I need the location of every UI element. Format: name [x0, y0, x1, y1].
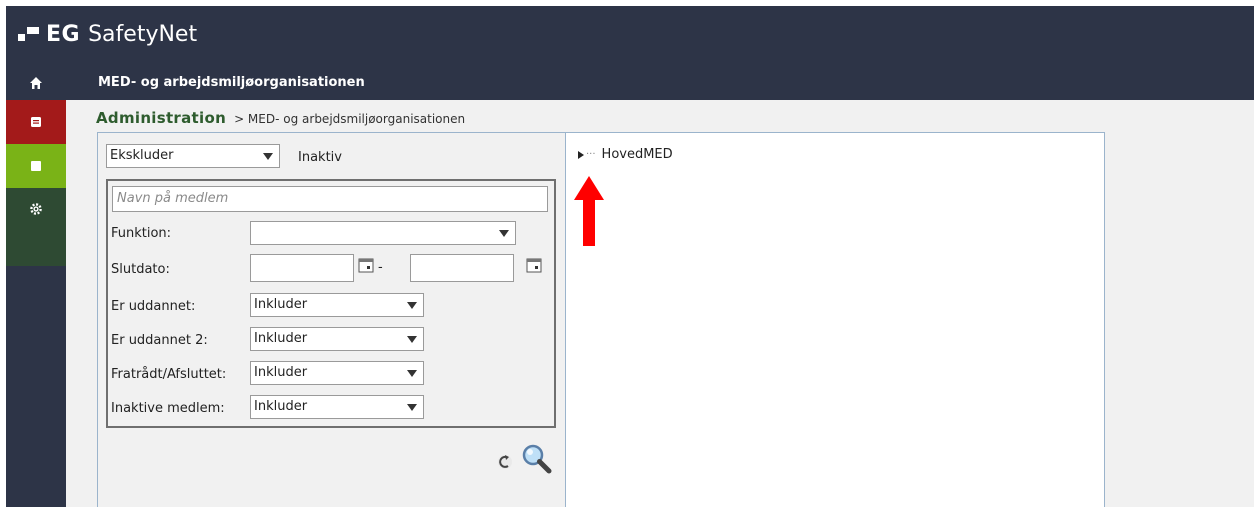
app-frame: EG SafetyNet MED- og arbejdsmiljøorganis…: [6, 6, 1254, 507]
slutdato-from-input[interactable]: [250, 254, 354, 282]
slutdato-to-input[interactable]: [410, 254, 514, 282]
search-icon[interactable]: [521, 443, 553, 475]
document-icon: [31, 117, 41, 127]
gear-icon: [30, 203, 42, 215]
brand-mark: EG: [46, 21, 81, 47]
chevron-down-icon: [407, 336, 417, 343]
tree-panel: ··· HovedMED: [565, 132, 1105, 507]
inaktive-medlem-label: Inaktive medlem:: [111, 401, 225, 416]
er-uddannet-value: Inkluder: [254, 297, 308, 312]
filter-box: Navn på medlem Funktion: Slutdato: - Er …: [106, 179, 556, 428]
home-icon: [30, 77, 42, 89]
sidebar-item-documents[interactable]: [6, 100, 66, 144]
inaktive-medlem-value: Inkluder: [254, 399, 308, 414]
expand-arrow-icon[interactable]: [578, 150, 584, 159]
inaktive-medlem-select[interactable]: Inkluder: [250, 395, 424, 419]
tree-node-label: HovedMED: [601, 147, 673, 162]
date-separator: -: [378, 260, 383, 275]
app-name: SafetyNet: [88, 21, 198, 47]
eg-safetynet-logo[interactable]: EG SafetyNet: [18, 16, 197, 52]
tree-connector: ···: [586, 149, 596, 160]
calendar-icon[interactable]: [526, 257, 542, 273]
fratraadt-label: Fratrådt/Afsluttet:: [111, 367, 227, 382]
fratraadt-value: Inkluder: [254, 365, 308, 380]
er-uddannet-2-select[interactable]: Inkluder: [250, 327, 424, 351]
chevron-down-icon: [499, 230, 509, 237]
square-icon: [31, 161, 41, 171]
slutdato-label: Slutdato:: [111, 262, 170, 277]
member-name-input[interactable]: Navn på medlem: [112, 186, 548, 212]
breadcrumb: Administration > MED- og arbejdsmiljøorg…: [96, 109, 465, 127]
chevron-down-icon: [407, 370, 417, 377]
eg-logo-mark-icon: [18, 24, 40, 44]
tree-node-hovedmed[interactable]: ··· HovedMED: [578, 147, 673, 162]
home-button[interactable]: [6, 66, 66, 100]
er-uddannet-2-label: Er uddannet 2:: [111, 333, 208, 348]
status-select[interactable]: Ekskluder: [106, 144, 280, 168]
er-uddannet-2-value: Inkluder: [254, 331, 308, 346]
calendar-icon[interactable]: [358, 257, 374, 273]
filter-panel: Ekskluder Inaktiv Navn på medlem Funktio…: [97, 132, 566, 507]
breadcrumb-administration[interactable]: Administration: [96, 109, 226, 127]
funktion-label: Funktion:: [111, 226, 172, 241]
breadcrumb-current: > MED- og arbejdsmiljøorganisationen: [234, 112, 466, 126]
top-bar: EG SafetyNet: [6, 6, 1254, 66]
er-uddannet-label: Er uddannet:: [111, 299, 196, 314]
er-uddannet-select[interactable]: Inkluder: [250, 293, 424, 317]
chevron-down-icon: [407, 404, 417, 411]
fratraadt-select[interactable]: Inkluder: [250, 361, 424, 385]
chevron-down-icon: [263, 153, 273, 160]
status-select-value: Ekskluder: [110, 148, 174, 163]
funktion-select[interactable]: [250, 221, 516, 245]
red-arrow-annotation-icon: [574, 176, 604, 246]
inaktiv-label: Inaktiv: [298, 150, 342, 165]
reset-icon[interactable]: [495, 451, 515, 471]
chevron-down-icon: [407, 302, 417, 309]
sidebar-item-registration[interactable]: [6, 144, 66, 188]
page-title: MED- og arbejdsmiljøorganisationen: [98, 75, 365, 90]
sidebar-item-settings[interactable]: [6, 188, 66, 266]
